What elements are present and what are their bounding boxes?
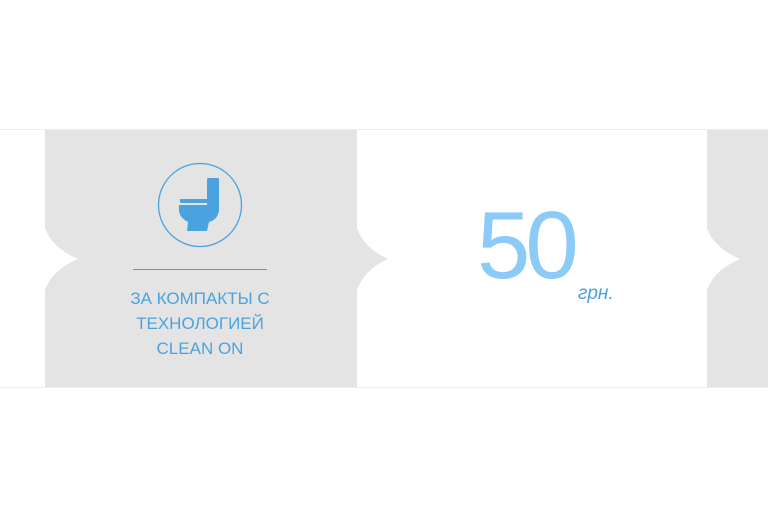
coupon-background: [45, 130, 768, 387]
price-unit: грн.: [578, 283, 614, 304]
offer-description: ЗА КОМПАКТЫ С ТЕХНОЛОГИЕЙ CLEAN ON: [104, 286, 296, 361]
offer-line-2: ТЕХНОЛОГИЕЙ: [136, 314, 264, 333]
price-value: 50: [477, 192, 579, 299]
toilet-icon: [157, 162, 243, 248]
divider-line: [133, 269, 267, 270]
offer-line-3: CLEAN ON: [156, 339, 244, 358]
right-coupon-panel: [707, 130, 768, 387]
offer-line-1: ЗА КОМПАКТЫ С: [130, 289, 270, 308]
